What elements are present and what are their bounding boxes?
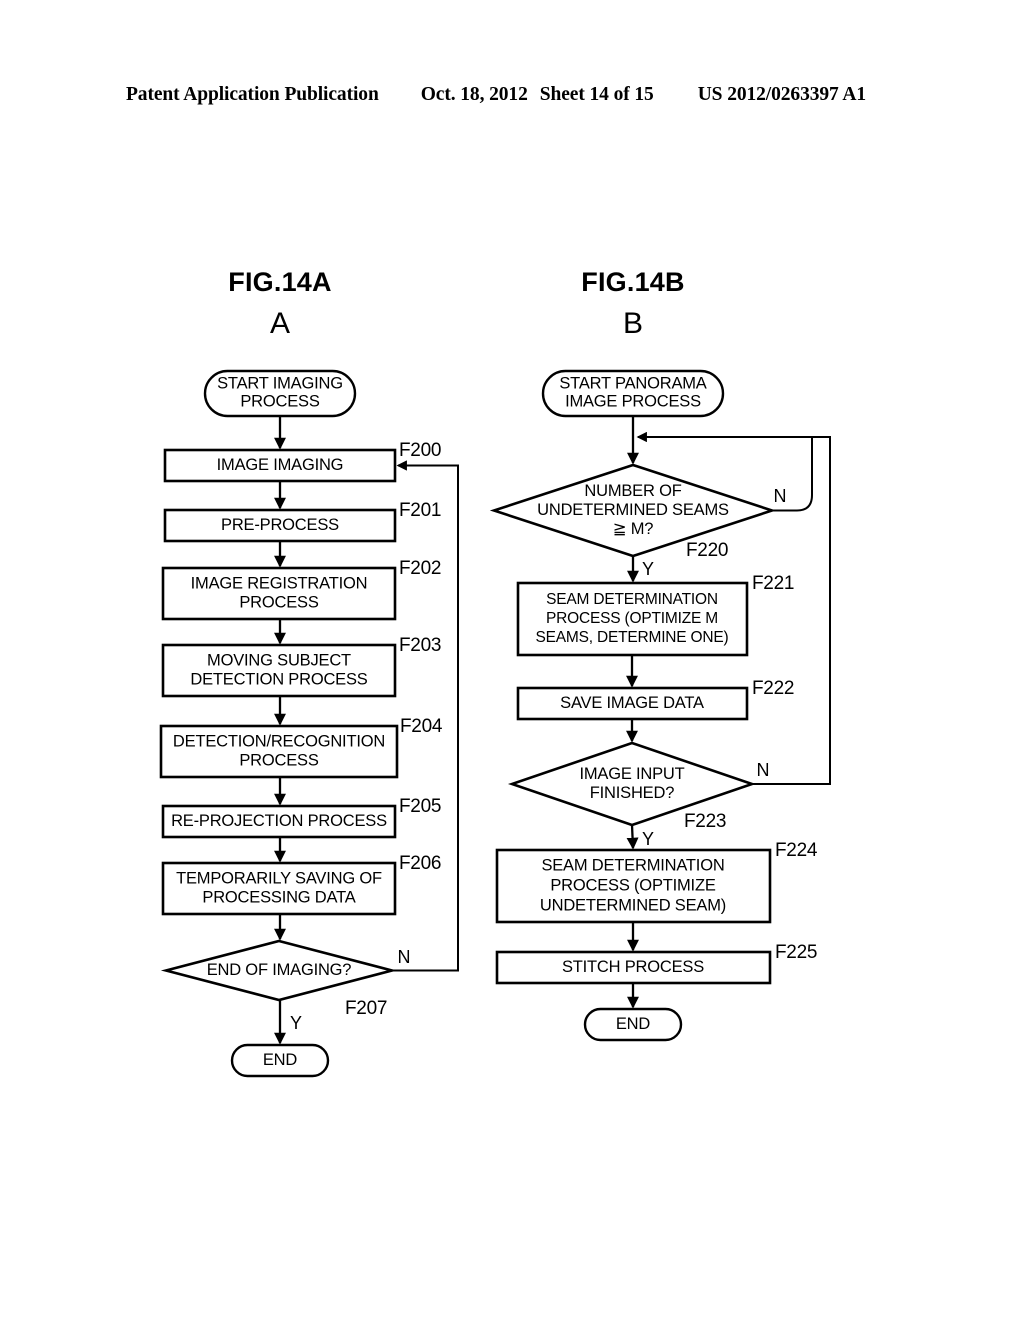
node-text-line: SEAM DETERMINATION (546, 591, 718, 608)
node-f200-label: IMAGE IMAGING (217, 456, 344, 474)
node-text-line: PROCESS (239, 751, 318, 769)
node-text-line: PRE-PROCESS (221, 516, 339, 534)
node-f201-label: PRE-PROCESS (221, 516, 339, 534)
node-start-panorama-label: START PANORAMAIMAGE PROCESS (559, 374, 707, 410)
node-text-line: ≧ M? (613, 520, 654, 538)
node-text-line: UNDETERMINED SEAMS (537, 501, 729, 519)
node-text-line: RE-PROJECTION PROCESS (171, 812, 387, 830)
node-f225-label: STITCH PROCESS (562, 958, 704, 976)
step-label-f202: F202 (399, 558, 441, 579)
connector-f223-yes-to-f224 (626, 824, 639, 850)
node-text-line: PROCESS (239, 593, 318, 611)
node-text-line: SEAMS, DETERMINE ONE) (535, 629, 728, 646)
fig-14b-letter: B (623, 307, 643, 340)
node-text-line: NUMBER OF (584, 482, 681, 500)
step-label-f222: F222 (752, 678, 794, 699)
node-f203-label: MOVING SUBJECTDETECTION PROCESS (190, 651, 368, 688)
step-label-f200: F200 (399, 440, 441, 461)
fig-14a-letter: A (270, 307, 290, 340)
fig-14a-caption: FIG.14A (228, 267, 331, 297)
node-text-line: TEMPORARILY SAVING OF (176, 869, 382, 887)
node-text-line: IMAGE INPUT (579, 765, 684, 783)
step-label-f224: F224 (775, 840, 818, 861)
branch-label-f207-no: N (398, 947, 411, 967)
node-end-panorama-label: END (616, 1015, 651, 1033)
step-label-f204: F204 (400, 716, 443, 737)
node-text-line: PROCESS (240, 392, 319, 410)
node-text-line: START IMAGING (217, 374, 343, 392)
node-f207-label: END OF IMAGING? (207, 961, 352, 979)
node-f205-label: RE-PROJECTION PROCESS (171, 812, 387, 830)
step-label-f201: F201 (399, 500, 441, 521)
node-text-line: PROCESS (OPTIMIZE M (546, 610, 718, 627)
node-text-line: IMAGE PROCESS (565, 392, 701, 410)
node-f224-label: SEAM DETERMINATION PROCESS (OPTIMIZE UNDET… (540, 856, 726, 914)
step-label-f220: F220 (686, 540, 728, 561)
step-label-f221: F221 (752, 573, 794, 594)
fig-14b-group: FIG.14B B START PANORAMAIMAGE PROCESS NU… (489, 267, 831, 1042)
step-label-f203: F203 (399, 635, 441, 656)
fig-14b-caption: FIG.14B (581, 267, 684, 297)
step-label-f205: F205 (399, 796, 441, 817)
node-text-line: MOVING SUBJECT (207, 651, 351, 669)
node-f206-label: TEMPORARILY SAVING OFPROCESSING DATA (176, 869, 382, 906)
node-text-line: DETECTION/RECOGNITION (173, 732, 385, 750)
node-text-line: END (616, 1015, 651, 1033)
branch-label-f223-yes: Y (642, 829, 654, 849)
branch-label-f220-yes: Y (642, 559, 654, 579)
node-f223-label: IMAGE INPUTFINISHED? (579, 765, 684, 802)
step-label-f223: F223 (684, 811, 726, 832)
node-text-line: START PANORAMA (559, 374, 706, 392)
figure-stage: FIG.14A A START IMAGING PROCESS IMAGE IMA… (0, 0, 1024, 1320)
node-text-line: STITCH PROCESS (562, 958, 704, 976)
branch-label-f223-no: N (757, 760, 770, 780)
node-text-line: FINISHED? (590, 784, 674, 802)
fig-14a-group: FIG.14A A START IMAGINGPROCESS IMAGE IMA… (159, 267, 459, 1078)
node-text-line: IMAGE IMAGING (217, 456, 344, 474)
node-f222-label: SAVE IMAGE DATA (560, 694, 704, 712)
node-text-line: PROCESS (OPTIMIZE (550, 876, 715, 894)
node-text-line: DETECTION PROCESS (190, 670, 367, 688)
node-text-line: IMAGE REGISTRATION (191, 574, 368, 592)
node-end-imaging-label: END (263, 1051, 298, 1069)
branch-label-f220-no: N (774, 486, 787, 506)
step-label-f207: F207 (345, 998, 387, 1019)
branch-label-f207-yes: Y (290, 1013, 302, 1033)
node-text-line: PROCESSING DATA (202, 888, 355, 906)
node-text-line: UNDETERMINED SEAM) (540, 896, 726, 914)
node-text-line: SAVE IMAGE DATA (560, 694, 704, 712)
step-label-f225: F225 (775, 942, 817, 963)
node-f221-label: SEAM DETERMINATION PROCESS (OPTIMIZE M SEA… (535, 591, 728, 646)
node-text-line: END (263, 1051, 298, 1069)
node-text-line: SEAM DETERMINATION (541, 856, 724, 874)
flowchart-canvas: FIG.14A A START IMAGINGPROCESS IMAGE IMA… (159, 267, 831, 1078)
step-label-f206: F206 (399, 853, 441, 874)
node-text-line: END OF IMAGING? (207, 961, 352, 979)
